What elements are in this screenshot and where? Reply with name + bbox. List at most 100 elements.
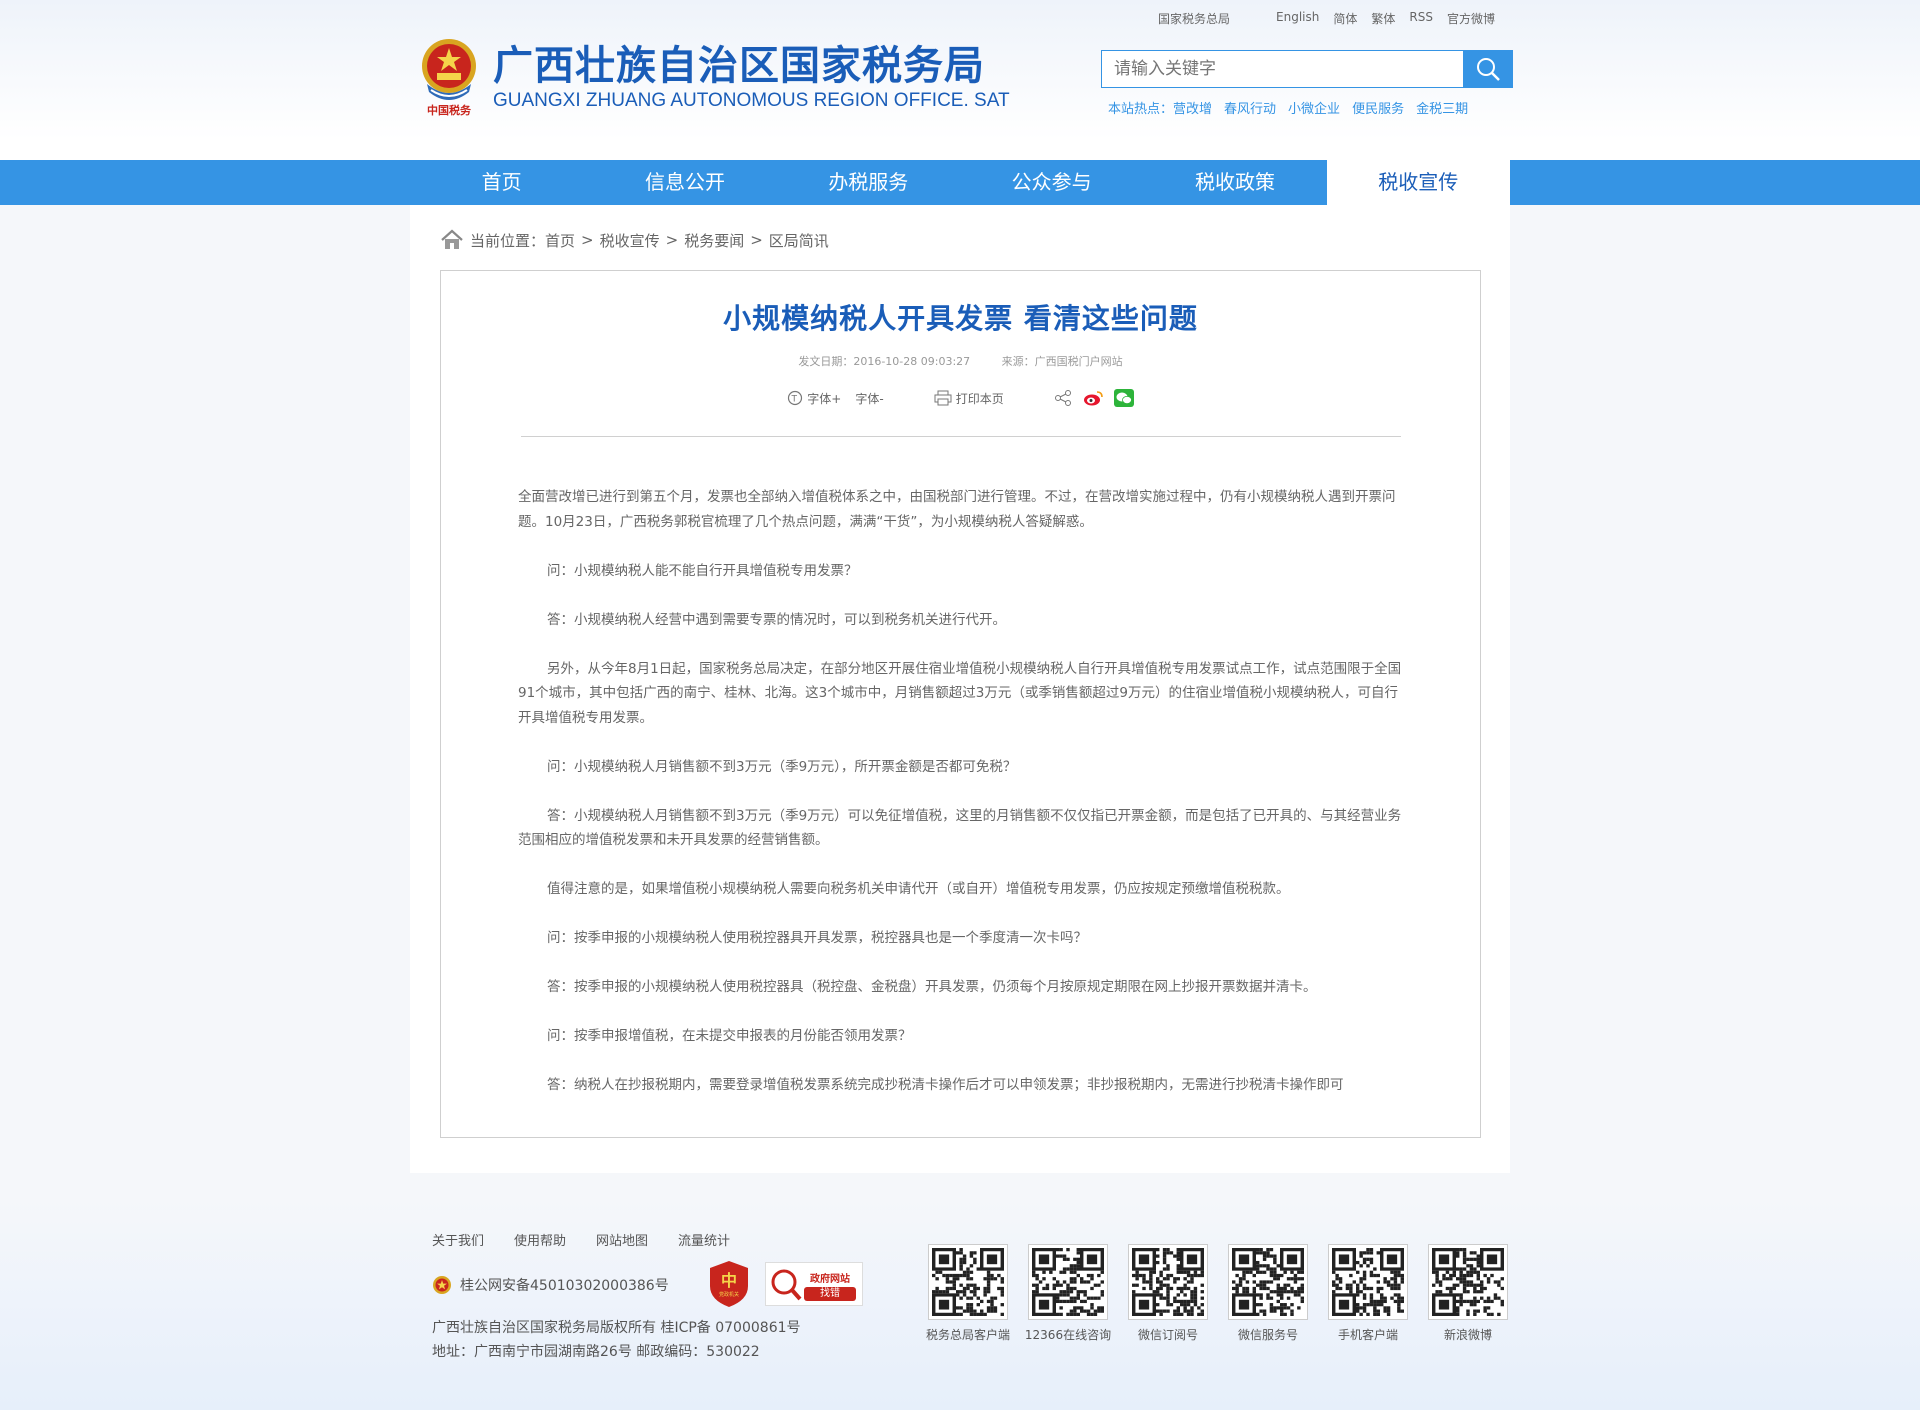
qr-module <box>1262 1251 1267 1255</box>
qr-module <box>1159 1312 1163 1316</box>
breadcrumb-item[interactable]: 税务要闻 <box>684 230 744 251</box>
top-link-traditional[interactable]: 繁体 <box>1371 10 1395 27</box>
qr-module <box>1456 1293 1460 1297</box>
qr-module <box>1183 1303 1187 1307</box>
qr-module <box>969 1283 974 1287</box>
nav-info-disclosure[interactable]: 信息公开 <box>593 160 776 205</box>
qr-module <box>1042 1270 1046 1274</box>
qr-module <box>1373 1306 1377 1310</box>
qr-module <box>1156 1309 1160 1313</box>
qr-module <box>1180 1290 1184 1294</box>
qr-module <box>1486 1299 1491 1304</box>
qr-item[interactable]: 12366在线咨询 <box>1018 1244 1118 1343</box>
nav-public-participation[interactable]: 公众参与 <box>960 160 1143 205</box>
qr-module <box>1066 1267 1070 1271</box>
site-logo[interactable]: 中国税务 广西壮族自治区国家税务局 GUANGXI ZHUANG AUTONOM… <box>415 32 1010 120</box>
qr-module <box>1290 1290 1294 1294</box>
search-icon <box>1477 58 1500 81</box>
hot-item[interactable]: 小微企业 <box>1288 98 1340 117</box>
qr-module <box>973 1293 977 1297</box>
qr-module <box>956 1290 960 1294</box>
qr-module <box>959 1273 963 1278</box>
qr-module <box>1476 1277 1480 1281</box>
top-link-weibo[interactable]: 官方微博 <box>1447 10 1495 27</box>
qr-module <box>1376 1286 1380 1291</box>
police-record[interactable]: 桂公网安备45010302000386号 <box>432 1275 669 1295</box>
qr-module <box>1459 1267 1463 1271</box>
qr-module <box>1362 1283 1367 1287</box>
qr-module <box>1173 1299 1177 1304</box>
qr-module <box>986 1299 991 1304</box>
font-decrease-button[interactable]: 字体- <box>855 390 883 407</box>
qr-module <box>1259 1251 1263 1255</box>
qr-module <box>1290 1312 1294 1316</box>
footer-links: 关于我们 使用帮助 网站地图 流量统计 <box>432 1230 730 1249</box>
qr-module <box>1273 1267 1277 1271</box>
qr-module <box>1090 1303 1094 1307</box>
qr-module <box>959 1257 963 1261</box>
qr-module <box>1076 1251 1080 1255</box>
top-link-rss[interactable]: RSS <box>1409 10 1433 27</box>
qr-module <box>1166 1264 1170 1268</box>
qr-item[interactable]: 微信服务号 <box>1218 1244 1318 1343</box>
qr-module <box>1469 1251 1474 1255</box>
qr-module <box>1386 1312 1391 1316</box>
qr-module <box>959 1283 963 1287</box>
qr-module <box>1059 1299 1063 1304</box>
qr-module <box>1069 1299 1074 1304</box>
qr-module <box>1242 1290 1246 1294</box>
weibo-icon[interactable] <box>1082 389 1104 407</box>
nav-tax-service[interactable]: 办税服务 <box>777 160 960 205</box>
qr-module <box>1476 1309 1480 1313</box>
qr-module <box>1093 1312 1098 1316</box>
qr-module <box>1393 1283 1398 1287</box>
qr-item[interactable]: 新浪微博 <box>1418 1244 1518 1343</box>
qr-module <box>1293 1273 1298 1278</box>
qr-module <box>1283 1306 1287 1310</box>
qr-module <box>1059 1270 1063 1274</box>
qr-item[interactable]: 微信订阅号 <box>1118 1244 1218 1343</box>
footer-link-about[interactable]: 关于我们 <box>432 1230 484 1249</box>
gov-site-error-report-badge[interactable]: 政府网站 找错 <box>765 1262 863 1306</box>
qr-module <box>1297 1277 1301 1281</box>
breadcrumb: 当前位置： 首页 > 税收宣传 > 税务要闻 > 区局简讯 <box>440 229 829 251</box>
font-increase-button[interactable]: 字体+ <box>807 390 841 407</box>
search-button[interactable] <box>1463 50 1513 88</box>
search-input[interactable] <box>1101 50 1463 88</box>
qr-module <box>1356 1283 1360 1287</box>
top-link-sat[interactable]: 国家税务总局 <box>1158 10 1230 27</box>
party-gov-badge[interactable]: 中 党政机关 <box>708 1260 750 1308</box>
qr-module <box>1435 1280 1439 1284</box>
qr-module <box>993 1296 998 1300</box>
qr-module <box>1042 1277 1046 1281</box>
footer-link-sitemap[interactable]: 网站地图 <box>596 1230 648 1249</box>
qr-module <box>1280 1286 1284 1291</box>
footer-link-stats[interactable]: 流量统计 <box>678 1230 730 1249</box>
qr-module <box>962 1309 967 1313</box>
top-link-simplified[interactable]: 简体 <box>1333 10 1357 27</box>
hot-item[interactable]: 营改增 <box>1173 98 1212 117</box>
qr-item[interactable]: 税务总局客户端 <box>918 1244 1018 1343</box>
qr-module <box>1266 1286 1270 1291</box>
breadcrumb-item[interactable]: 首页 <box>545 230 575 251</box>
qr-module <box>1397 1309 1401 1313</box>
qr-module <box>1369 1296 1374 1300</box>
breadcrumb-item[interactable]: 税收宣传 <box>600 230 660 251</box>
hot-item[interactable]: 便民服务 <box>1352 98 1404 117</box>
address-text: 地址：广西南宁市园湖南路26号 邮政编码：530022 <box>432 1344 760 1360</box>
nav-home[interactable]: 首页 <box>410 160 593 205</box>
qr-module <box>1280 1312 1284 1316</box>
hot-item[interactable]: 春风行动 <box>1224 98 1276 117</box>
share-icon[interactable] <box>1054 389 1072 407</box>
main-nav: 首页 信息公开 办税服务 公众参与 税收政策 税收宣传 <box>0 160 1920 205</box>
nav-tax-policy[interactable]: 税收政策 <box>1143 160 1326 205</box>
top-link-english[interactable]: English <box>1276 10 1319 27</box>
print-button[interactable]: 打印本页 <box>934 390 1004 407</box>
wechat-icon[interactable] <box>1113 389 1134 407</box>
qr-module <box>956 1277 960 1281</box>
breadcrumb-item[interactable]: 区局简讯 <box>769 230 829 251</box>
hot-item[interactable]: 金税三期 <box>1416 98 1468 117</box>
footer-link-help[interactable]: 使用帮助 <box>514 1230 566 1249</box>
qr-item[interactable]: 手机客户端 <box>1318 1244 1418 1343</box>
nav-tax-publicity[interactable]: 税收宣传 <box>1326 160 1510 205</box>
